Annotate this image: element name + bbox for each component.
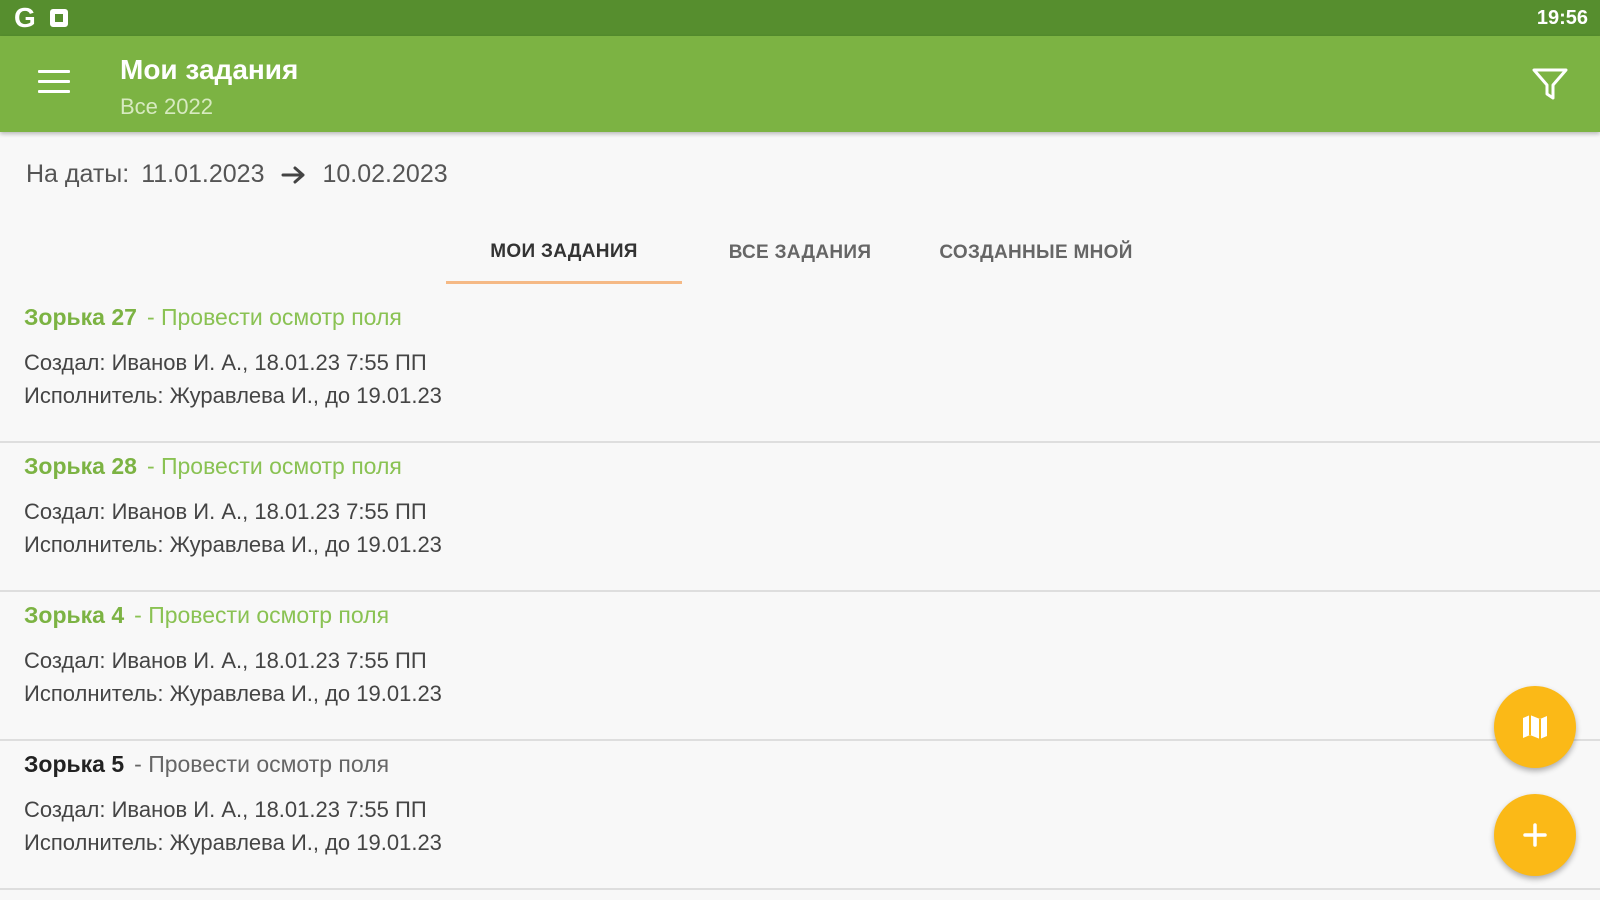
page-subtitle: Все 2022: [120, 94, 213, 119]
task-title: Зорька 4 - Провести осмотр поля: [24, 602, 389, 629]
task-title: Зорька 28 - Провести осмотр поля: [24, 453, 402, 480]
date-range-label: На даты:: [26, 160, 130, 188]
map-icon: [1523, 715, 1547, 739]
map-button[interactable]: [1494, 686, 1576, 768]
task-executor: Исполнитель: Журавлева И., до 19.01.23: [24, 532, 442, 557]
task-name: Зорька 5: [24, 751, 125, 777]
menu-icon[interactable]: [38, 70, 70, 96]
task-executor: Исполнитель: Журавлева И., до 19.01.23: [24, 830, 442, 855]
tab-created-by-me[interactable]: СОЗДАННЫЕ МНОЙ: [918, 222, 1154, 284]
date-from[interactable]: 11.01.2023: [141, 160, 264, 189]
task-title: Зорька 27 - Провести осмотр поля: [24, 304, 402, 331]
arrow-right-icon: [281, 166, 304, 183]
plus-icon: [1523, 823, 1547, 847]
task-description: - Провести осмотр поля: [134, 602, 390, 628]
tab-all-tasks[interactable]: ВСЕ ЗАДАНИЯ: [682, 222, 918, 284]
google-icon: G: [14, 2, 36, 33]
task-name: Зорька 28: [24, 453, 137, 479]
task-created: Создал: Иванов И. А., 18.01.23 7:55 ПП: [24, 648, 427, 673]
list-item[interactable]: Зорька 4 - Провести осмотр поля Создал: И…: [0, 592, 1600, 741]
task-created: Создал: Иванов И. А., 18.01.23 7:55 ПП: [24, 797, 427, 822]
task-description: - Провести осмотр поля: [146, 304, 402, 330]
task-name: Зорька 4: [24, 602, 125, 628]
page-title: Мои задания: [120, 54, 299, 85]
task-description: - Провести осмотр поля: [146, 453, 402, 479]
list-item[interactable]: Зорька 5 - Провести осмотр поля Создал: И…: [0, 741, 1600, 890]
status-icons: G: [14, 4, 68, 32]
task-name: Зорька 27: [24, 304, 137, 330]
status-clock: 19:56: [1536, 6, 1588, 29]
task-executor: Исполнитель: Журавлева И., до 19.01.23: [24, 681, 442, 706]
filter-icon[interactable]: [1530, 64, 1570, 104]
date-range[interactable]: На даты: 11.01.2023 10.02.2023: [26, 160, 448, 189]
tab-my-tasks[interactable]: МОИ ЗАДАНИЯ: [446, 222, 682, 284]
tab-bar: МОИ ЗАДАНИЯ ВСЕ ЗАДАНИЯ СОЗДАННЫЕ МНОЙ: [446, 222, 1154, 284]
list-item[interactable]: Зорька 27 - Провести осмотр поля Создал: …: [0, 294, 1600, 443]
app-bar: Мои задания Все 2022: [0, 36, 1600, 132]
task-list: Зорька 27 - Провести осмотр поля Создал: …: [0, 294, 1600, 890]
notification-icon: [49, 9, 68, 27]
task-title: Зорька 5 - Провести осмотр поля: [24, 751, 389, 778]
task-description: - Провести осмотр поля: [134, 751, 390, 777]
task-executor: Исполнитель: Журавлева И., до 19.01.23: [24, 383, 442, 408]
date-to[interactable]: 10.02.2023: [323, 160, 448, 189]
task-created: Создал: Иванов И. А., 18.01.23 7:55 ПП: [24, 350, 427, 375]
task-created: Создал: Иванов И. А., 18.01.23 7:55 ПП: [24, 499, 427, 524]
list-item[interactable]: Зорька 28 - Провести осмотр поля Создал: …: [0, 443, 1600, 592]
add-task-button[interactable]: [1494, 794, 1576, 876]
status-bar: G 19:56: [0, 0, 1600, 36]
